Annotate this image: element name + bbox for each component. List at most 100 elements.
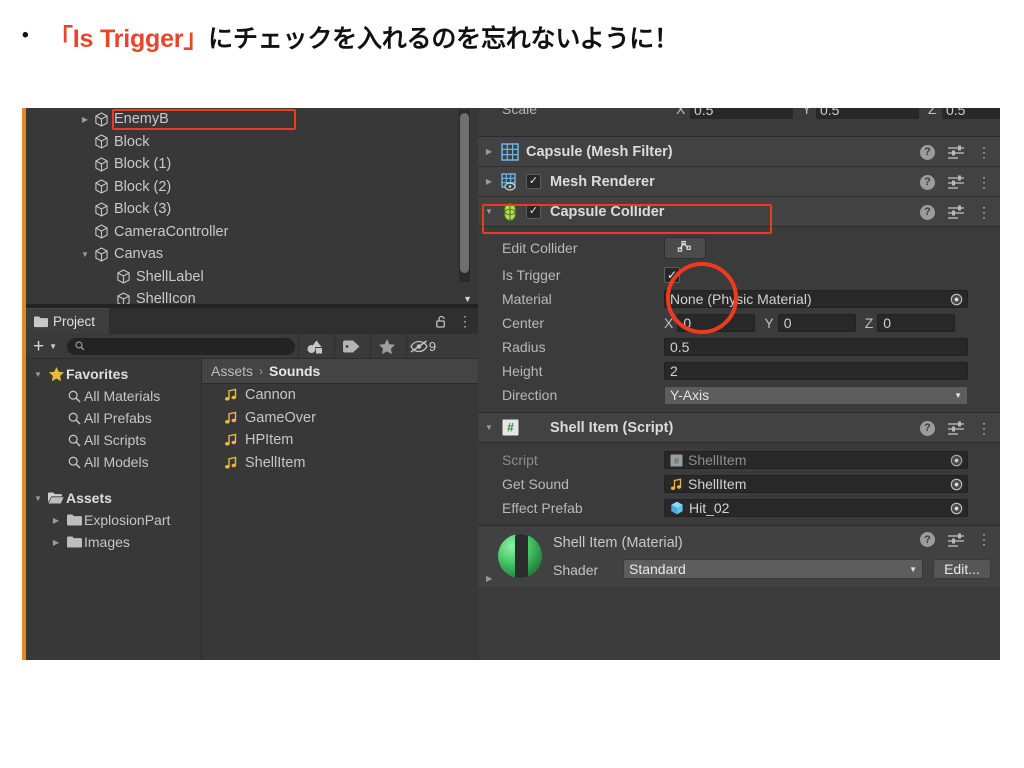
folder-icon — [64, 536, 84, 548]
star-icon — [46, 367, 66, 381]
component-header-mesh-renderer[interactable]: ▶ ✓ Mesh Renderer ? ⋮ — [478, 167, 1000, 197]
kebab-menu-icon[interactable]: ⋮ — [977, 532, 991, 547]
preset-icon[interactable] — [948, 421, 964, 435]
asset-item-hpitem[interactable]: HPItem — [202, 429, 478, 452]
breadcrumb[interactable]: Assets › Sounds — [202, 359, 478, 384]
hierarchy-item-block-1[interactable]: ▶ Block (1) — [26, 153, 478, 176]
tab-project[interactable]: Project — [26, 308, 110, 334]
radius-field[interactable]: 0.5 — [664, 338, 968, 356]
mesh-renderer-enabled-checkbox[interactable]: ✓ — [526, 174, 541, 189]
hierarchy-item-cameracontroller[interactable]: ▶ CameraController — [26, 221, 478, 244]
help-icon[interactable]: ? — [920, 420, 935, 436]
lock-icon[interactable] — [436, 315, 447, 328]
kebab-menu-icon[interactable]: ⋮ — [977, 204, 991, 219]
transform-scale-row[interactable]: Scale X 0.5 Y 0.5 Z 0.5 — [478, 108, 1000, 122]
center-y-axis-label: Y — [764, 315, 774, 331]
hierarchy-item-block-3[interactable]: ▶ Block (3) — [26, 198, 478, 221]
center-z-field[interactable]: 0 — [877, 314, 956, 332]
search-icon — [64, 434, 84, 447]
shader-dropdown[interactable]: Standard ▼ — [623, 559, 923, 579]
kebab-menu-icon[interactable]: ⋮ — [977, 144, 991, 159]
chevron-down-icon[interactable]: ▼ — [478, 423, 500, 432]
asset-item-cannon[interactable]: Cannon — [202, 384, 478, 407]
chevron-right-icon[interactable]: ▶ — [78, 115, 92, 124]
project-tree-item-assets[interactable]: ▼ Assets — [26, 487, 201, 509]
chevron-right-icon[interactable]: ▶ — [48, 516, 64, 525]
filter-by-type-icon[interactable] — [298, 333, 331, 359]
component-header-shell-item-script[interactable]: ▼ # Shell Item (Script) ? ⋮ — [478, 413, 1000, 443]
project-search-input[interactable] — [67, 337, 296, 355]
project-tabbar: Project ⋮ — [26, 308, 478, 334]
breadcrumb-root[interactable]: Assets — [211, 363, 253, 379]
chevron-right-icon[interactable]: ▶ — [48, 538, 64, 547]
component-title-capsule-collider: Capsule Collider — [550, 203, 665, 220]
help-icon[interactable]: ? — [920, 174, 935, 190]
asset-item-label: HPItem — [245, 432, 294, 449]
project-tree-item-all-models[interactable]: ▶ All Models — [26, 451, 201, 473]
preset-icon[interactable] — [948, 145, 964, 159]
chevron-down-icon[interactable]: ▼ — [30, 370, 46, 379]
filter-favorites-star-icon[interactable] — [370, 333, 403, 359]
help-icon[interactable]: ? — [920, 204, 935, 220]
kebab-menu-icon[interactable]: ⋮ — [458, 313, 472, 328]
component-header-mesh-filter[interactable]: ▶ Capsule (Mesh Filter) ? ⋮ — [478, 137, 1000, 167]
project-tree[interactable]: ▼ Favorites ▶ All Materials ▶ All Prefabs ▶ All… — [26, 359, 202, 660]
hierarchy-item-canvas[interactable]: ▼ Canvas — [26, 243, 478, 266]
capsule-collider-enabled-checkbox[interactable]: ✓ — [526, 204, 541, 219]
hierarchy-item-enemyb[interactable]: ▶ EnemyB — [26, 108, 478, 131]
chevron-right-icon[interactable]: ▶ — [478, 147, 500, 156]
edit-collider-button[interactable] — [664, 236, 706, 259]
material-object-field[interactable]: None (Physic Material) — [664, 290, 968, 308]
hidden-objects-icon[interactable]: 9 — [406, 333, 439, 359]
help-icon[interactable]: ? — [920, 532, 935, 547]
scale-y-field[interactable]: 0.5 — [816, 108, 919, 119]
chevron-down-icon[interactable]: ▼ — [78, 250, 92, 259]
kebab-menu-icon[interactable]: ⋮ — [977, 420, 991, 435]
hierarchy-scrollbar[interactable] — [459, 110, 470, 282]
add-asset-button[interactable]: + — [31, 337, 46, 356]
scale-x-field[interactable]: 0.5 — [690, 108, 793, 119]
direction-dropdown[interactable]: Y-Axis ▼ — [664, 385, 968, 405]
chevron-down-icon[interactable]: ▼ — [478, 207, 500, 216]
project-tree-item-all-materials[interactable]: ▶ All Materials — [26, 385, 201, 407]
chevron-down-icon[interactable]: ▼ — [30, 494, 46, 503]
project-tree-item-all-prefabs[interactable]: ▶ All Prefabs — [26, 407, 201, 429]
hierarchy-scroll-thumb[interactable] — [460, 113, 469, 273]
shader-value: Standard — [629, 561, 686, 577]
project-tree-item-images[interactable]: ▶ Images — [26, 531, 201, 553]
hierarchy-item-shelllabel[interactable]: ▶ ShellLabel — [26, 266, 478, 289]
preset-icon[interactable] — [948, 205, 964, 219]
inspector-spacer — [478, 122, 1000, 136]
object-picker-icon[interactable] — [947, 476, 966, 492]
center-label: Center — [502, 315, 545, 331]
is-trigger-checkbox[interactable]: ✓ — [664, 267, 680, 283]
height-field[interactable]: 2 — [664, 362, 968, 380]
center-y-field[interactable]: 0 — [777, 314, 856, 332]
chevron-down-icon[interactable]: ▼ — [49, 342, 57, 351]
object-picker-icon[interactable] — [947, 452, 966, 468]
center-x-field[interactable]: 0 — [677, 314, 756, 332]
project-tree-item-explosionpart[interactable]: ▶ ExplosionPart — [26, 509, 201, 531]
effect-prefab-object-field[interactable]: Hit_02 — [664, 499, 968, 517]
kebab-menu-icon[interactable]: ⋮ — [977, 174, 991, 189]
project-tree-item-all-scripts[interactable]: ▶ All Scripts — [26, 429, 201, 451]
project-tree-item-favorites[interactable]: ▼ Favorites — [26, 363, 201, 385]
chevron-right-icon[interactable]: ▶ — [478, 177, 500, 186]
chevron-down-icon[interactable]: ▼ — [463, 294, 472, 304]
component-header-capsule-collider[interactable]: ▼ ✓ Capsule Collider ? ⋮ — [478, 197, 1000, 227]
get-sound-object-field[interactable]: ShellItem — [664, 475, 968, 493]
hierarchy-panel[interactable]: ▶ EnemyB ▶ Block ▶ Block (1) ▶ Block (2) ▶ Block … — [26, 108, 478, 308]
asset-item-gameover[interactable]: GameOver — [202, 407, 478, 430]
object-picker-icon[interactable] — [947, 500, 966, 516]
preset-icon[interactable] — [948, 533, 964, 547]
asset-item-shellitem[interactable]: ShellItem — [202, 452, 478, 475]
scale-z-field[interactable]: 0.5 — [942, 108, 1000, 119]
preset-icon[interactable] — [948, 175, 964, 189]
help-icon[interactable]: ? — [920, 144, 935, 160]
hierarchy-item-block-2[interactable]: ▶ Block (2) — [26, 176, 478, 199]
shader-edit-button[interactable]: Edit... — [933, 559, 991, 579]
object-picker-icon[interactable] — [947, 291, 966, 307]
hierarchy-item-block[interactable]: ▶ Block — [26, 131, 478, 154]
chevron-right-icon[interactable]: ▶ — [486, 574, 492, 583]
filter-by-label-icon[interactable] — [334, 333, 367, 359]
